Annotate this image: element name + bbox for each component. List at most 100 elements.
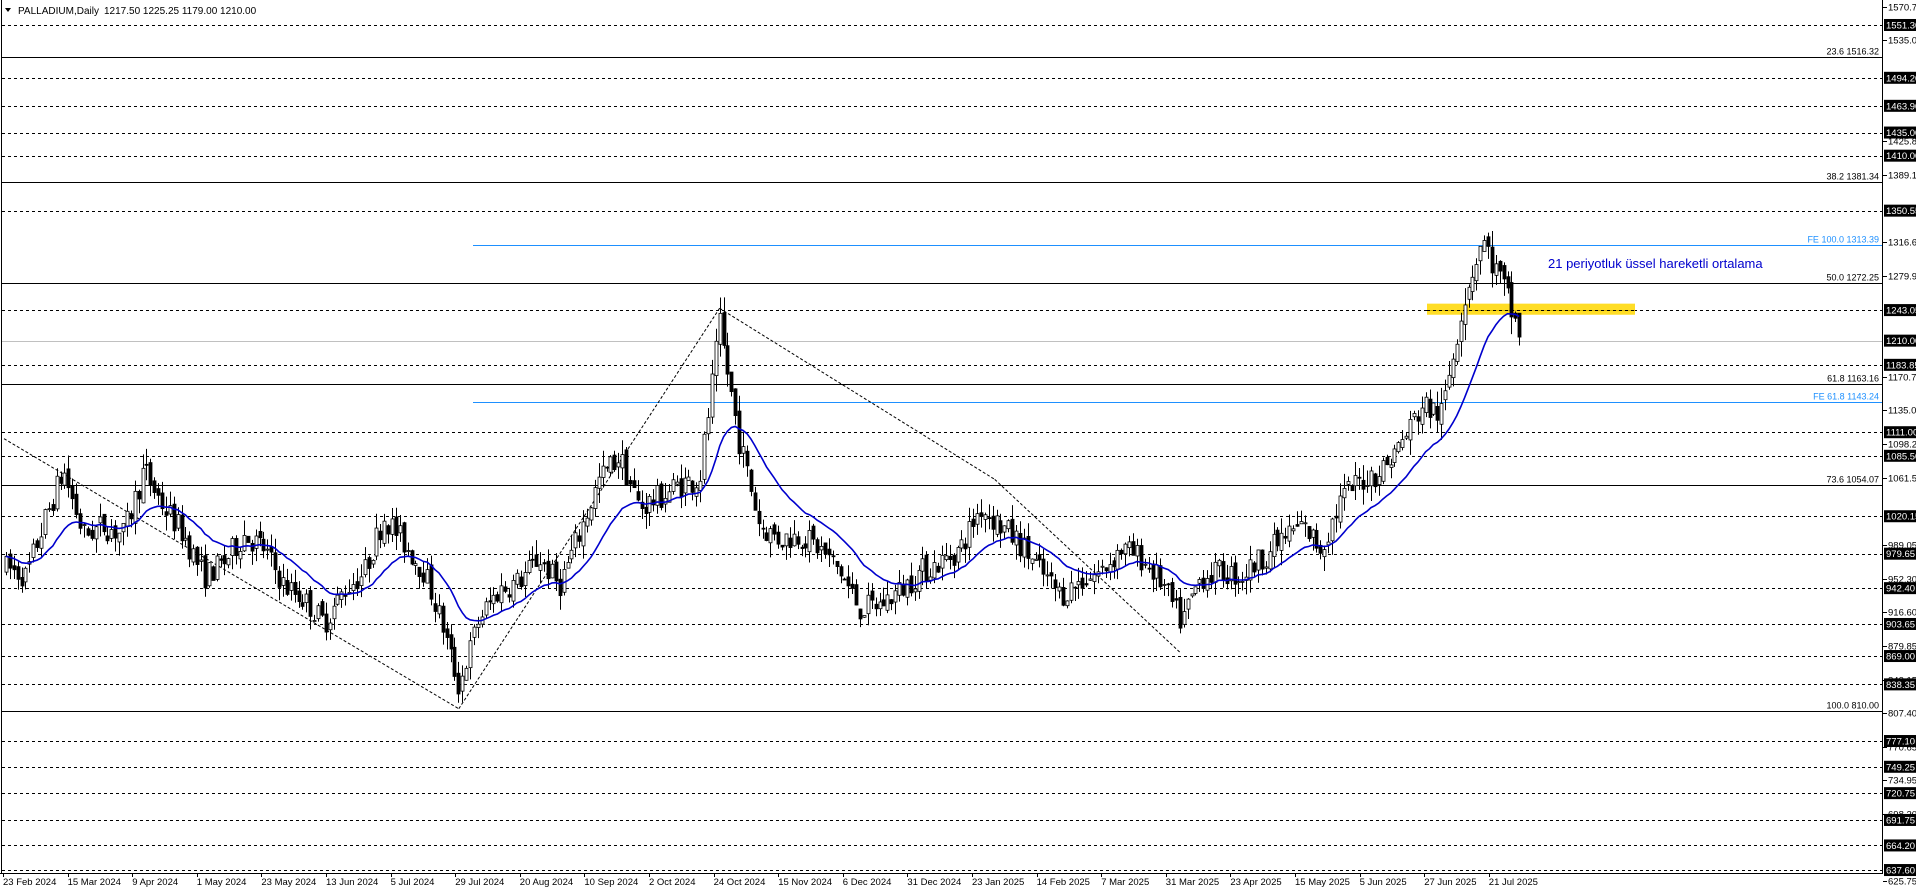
candle-body [1084,583,1089,586]
candle-body [1447,374,1452,388]
price-axis-label: 1170.70 [1888,372,1916,383]
candle-body [1361,479,1366,490]
candle-body [1151,563,1156,580]
candle-body [710,373,715,418]
candle-body [632,480,637,489]
price-axis-label: 1389.10 [1888,171,1916,182]
price-tag-label: 637.60 [1886,866,1915,877]
candle-body [850,583,855,589]
date-axis-label: 14 Feb 2025 [1037,877,1090,888]
candle-body [573,532,578,549]
candle-body [1092,574,1097,582]
candle-body [1119,549,1124,555]
candle-body [1053,579,1058,589]
candle-body [991,515,996,530]
candle-body [963,543,968,550]
symbol-label: PALLADIUM,Daily [18,6,99,17]
candle-body [1197,579,1202,584]
candle-body [694,487,699,497]
candle-body [1435,406,1440,421]
price-axis-label: 807.40 [1888,708,1916,719]
candle-body [878,601,883,610]
candle-body [1369,470,1374,487]
candle-body [55,475,60,510]
price-chart[interactable]: 23.6 1516.32 38.2 1381.34 50.0 1272.25 61.8… [0,0,1916,888]
candle-body [729,371,734,393]
candle-body [1283,535,1288,539]
candle-body [593,487,598,509]
candle-body [293,581,298,595]
candle-body [105,535,110,542]
candle-body [1034,558,1039,561]
candle-body [1291,528,1296,532]
candle-body [659,483,664,508]
candle-body [858,608,863,620]
candle-body [1018,533,1023,557]
candle-body [944,555,949,560]
candle-body [885,594,890,611]
candle-body [332,605,337,620]
candle-body [297,590,302,603]
candle-body [558,578,563,597]
candle-body [191,548,196,563]
candle-body [359,576,364,586]
candle-body [98,516,103,524]
candle-body [671,479,676,492]
candle-body [796,536,801,545]
candle-body [698,480,703,491]
candle-body [226,558,231,566]
candle-body [43,509,48,535]
candle-body [819,545,824,551]
candle-body [281,577,286,586]
candle-body [1377,476,1382,486]
candle-body [1061,587,1066,606]
candle-body [936,565,941,573]
candle-body [569,549,574,560]
date-axis-label: 6 Dec 2024 [843,877,892,888]
candle-body [374,527,379,557]
candle-body [1154,564,1159,579]
date-axis-label: 15 Nov 2024 [778,877,832,888]
candle-body [1295,524,1300,527]
candle-body [1131,541,1136,556]
candle-body [1470,276,1475,292]
candle-body [862,615,867,618]
candle-body [515,572,520,585]
candle-body [148,462,153,486]
candle-body [1123,543,1128,555]
candle-body [620,454,625,469]
candle-body [20,576,25,587]
date-axis-label: 31 Dec 2024 [907,877,961,888]
date-axis-label: 9 Apr 2024 [132,877,178,888]
price-axis-label: 770.65 [1888,742,1916,753]
candle-body [948,555,953,561]
candle-body [683,477,688,494]
candle-body [1443,390,1448,401]
chart-root[interactable]: 23.6 1516.32 38.2 1381.34 50.0 1272.25 61.8… [0,0,1916,888]
candle-body [250,542,255,552]
date-axis-label: 10 Sep 2024 [584,877,638,888]
candle-body [312,620,317,622]
candle-body [503,586,508,592]
candle-body [273,552,278,571]
candle-body [1474,264,1479,282]
candle-body [725,345,730,375]
candle-body [1404,435,1409,439]
candle-body [1030,558,1035,564]
price-axis-label: 1061.50 [1888,473,1916,484]
candle-body [31,543,36,558]
candle-body [1307,526,1312,540]
date-axis-label: 23 Feb 2024 [3,877,56,888]
candle-body [1463,304,1468,325]
candle-body [152,480,157,493]
price-tag-label: 1210.00 [1886,336,1916,347]
candle-body [445,628,450,638]
candle-body [417,566,422,578]
candle-body [932,562,937,579]
candle-body [1080,577,1085,589]
candle-body [1193,586,1198,594]
candle-body [800,546,805,549]
price-tag-label: 1183.85 [1886,360,1916,371]
candle-body [1334,515,1339,519]
candle-body [74,493,79,515]
